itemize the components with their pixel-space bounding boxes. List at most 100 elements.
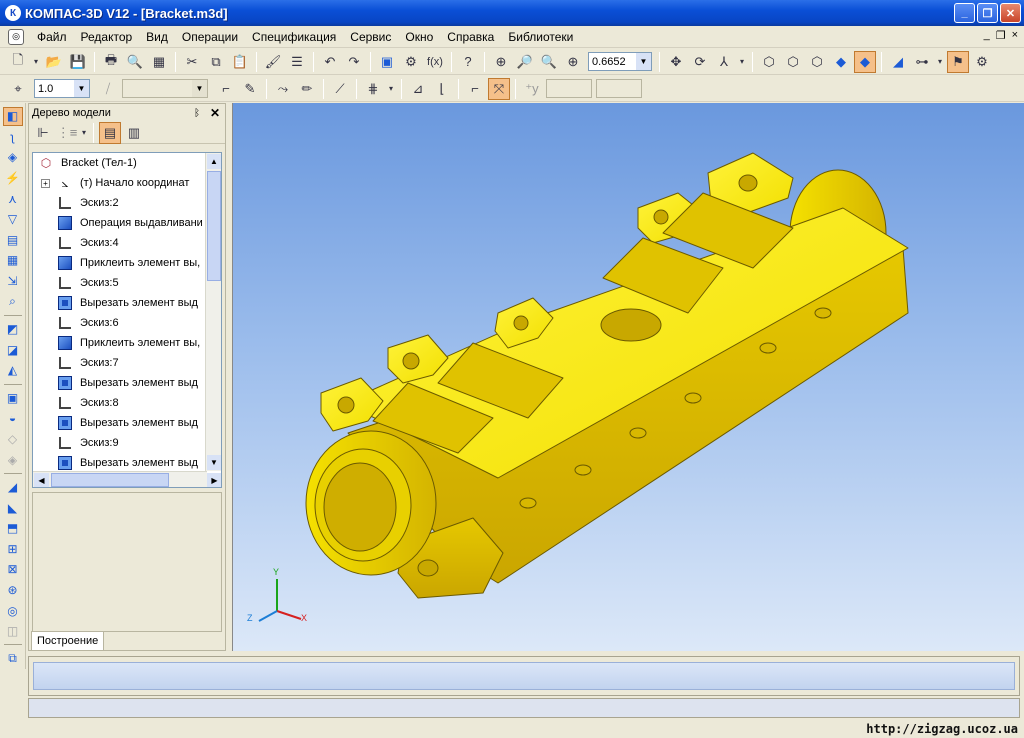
tree-item-sketch[interactable]: Эскиз:4 xyxy=(33,233,221,253)
cut-extrude-icon[interactable]: ▣ xyxy=(3,389,23,408)
surfaces-icon[interactable]: ◈ xyxy=(3,148,23,167)
arrays-icon[interactable]: ⚡ xyxy=(3,169,23,188)
coord-y-field[interactable] xyxy=(596,79,642,98)
print-preview-icon[interactable]: 🔍 xyxy=(124,51,146,73)
kompas-app-icon[interactable]: К xyxy=(5,5,21,21)
hole-icon[interactable]: ⊛ xyxy=(3,581,23,600)
kinematic-op-icon[interactable]: ◭ xyxy=(3,361,23,380)
tree-item-sketch[interactable]: Эскиз:2 xyxy=(33,193,221,213)
open-folder-icon[interactable]: 📂 xyxy=(43,51,65,73)
local-cs-icon[interactable]: ⊿ xyxy=(407,78,429,100)
hscroll-thumb[interactable] xyxy=(51,473,169,487)
menu-help[interactable]: Справка xyxy=(440,26,501,48)
tree-horizontal-scrollbar[interactable]: ◀ ▶ xyxy=(33,471,221,487)
section-icon[interactable]: ⊶ xyxy=(911,51,933,73)
filter-objects-icon[interactable]: ▽ xyxy=(3,210,23,229)
zoom-scale-icon[interactable]: ⊕ xyxy=(562,51,584,73)
scroll-right-icon[interactable]: ▶ xyxy=(207,473,221,487)
section-dropdown-icon[interactable]: ▾ xyxy=(935,51,945,73)
edit-sketch-icon[interactable]: ✎ xyxy=(239,78,261,100)
perspective-icon[interactable]: ◢ xyxy=(887,51,909,73)
tree-item-sketch[interactable]: Эскиз:5 xyxy=(33,273,221,293)
tree-item-root[interactable]: ⬡ Bracket (Тел-1) xyxy=(33,153,221,173)
tree-view-icon[interactable]: ⊩ xyxy=(32,122,54,144)
grid-dropdown-icon[interactable]: ▾ xyxy=(386,78,396,100)
coordinates-icon[interactable]: ⁺y xyxy=(521,78,543,100)
list-icon[interactable]: ☰ xyxy=(286,51,308,73)
pencil-icon[interactable]: ✏ xyxy=(296,78,318,100)
tab-construction[interactable]: Построение xyxy=(31,631,105,650)
tree-item-cut[interactable]: Вырезать элемент выд xyxy=(33,293,221,313)
hidden-thin-icon[interactable]: ⬡ xyxy=(806,51,828,73)
step-cursor-icon[interactable]: ⌖ xyxy=(7,78,29,100)
tree-item-sketch[interactable]: Эскиз:8 xyxy=(33,393,221,413)
undo-icon[interactable]: ↶ xyxy=(319,51,341,73)
step-dropdown-icon[interactable]: ▼ xyxy=(74,80,89,97)
pan-icon[interactable]: ✥ xyxy=(665,51,687,73)
tree-item-extrude[interactable]: Приклеить элемент вы, xyxy=(33,333,221,353)
zoom-all-icon[interactable]: 🔍 xyxy=(538,51,560,73)
scroll-left-icon[interactable]: ◀ xyxy=(34,473,49,487)
filter-icon[interactable]: ⚑ xyxy=(947,50,969,73)
tree-item-cut[interactable]: Вырезать элемент выд xyxy=(33,453,221,473)
paste-icon[interactable]: 📋 xyxy=(229,51,251,73)
save-icon[interactable]: 💾 xyxy=(67,51,89,73)
new-dropdown-icon[interactable]: ▾ xyxy=(31,51,41,73)
zoom-icon[interactable]: 🔎 xyxy=(514,51,536,73)
expand-icon[interactable]: + xyxy=(41,178,50,188)
tree-order-icon[interactable]: ⋮≡ xyxy=(56,122,78,144)
zoom-dropdown-icon[interactable]: ▼ xyxy=(636,53,651,70)
step-combo[interactable]: 1.0 ▼ xyxy=(34,79,90,98)
plane-icon[interactable]: ⟋ xyxy=(329,78,351,100)
mdi-minimize-button[interactable]: _ xyxy=(984,29,990,42)
zoom-combo[interactable]: 0.6652 ▼ xyxy=(588,52,652,71)
snap-active-icon[interactable]: ⤧ xyxy=(488,77,510,100)
pin-icon[interactable]: ᛒ xyxy=(194,108,200,119)
layer-dropdown-icon[interactable]: ▼ xyxy=(192,80,207,97)
close-button[interactable]: ✕ xyxy=(1000,3,1021,23)
extrude-op-icon[interactable]: ◩ xyxy=(3,320,23,339)
function-icon[interactable]: f(x) xyxy=(424,51,446,73)
cut-loft-icon[interactable]: ◈ xyxy=(3,450,23,469)
orientation-icon[interactable]: ⅄ xyxy=(713,51,735,73)
scroll-down-icon[interactable]: ▼ xyxy=(207,455,221,470)
tree-settings-icon[interactable]: ⚙ xyxy=(971,51,993,73)
cut-kinematic-icon[interactable]: ◇ xyxy=(3,430,23,449)
tree-item-origin[interactable]: + ⦣ (т) Начало координат xyxy=(33,173,221,193)
tree-item-extrude[interactable]: Приклеить элемент вы, xyxy=(33,253,221,273)
help-cursor-icon[interactable]: ? xyxy=(457,51,479,73)
minimize-button[interactable]: _ xyxy=(954,3,975,23)
zoom-window-icon[interactable]: ⊕ xyxy=(490,51,512,73)
tree-relations-icon[interactable]: ▥ xyxy=(123,122,145,144)
close-panel-icon[interactable]: ✕ xyxy=(210,106,220,120)
document-icon[interactable]: ◎ xyxy=(8,28,24,45)
new-document-icon[interactable]: 🗋 xyxy=(7,51,29,73)
tree-item-cut[interactable]: Вырезать элемент выд xyxy=(33,373,221,393)
properties-icon[interactable]: ▦ xyxy=(148,51,170,73)
3d-viewport[interactable]: Y X Z xyxy=(232,103,1024,651)
wireframe-icon[interactable]: ⬡ xyxy=(758,51,780,73)
tree-item-cut[interactable]: Вырезать элемент выд xyxy=(33,413,221,433)
sheet-metal-icon[interactable]: ⌕ xyxy=(3,292,23,311)
thread-icon[interactable]: ◎ xyxy=(3,601,23,620)
menu-file[interactable]: Файл xyxy=(30,26,74,48)
shaded-edges-icon[interactable]: ◆ xyxy=(854,50,876,73)
incline-icon[interactable]: ⊠ xyxy=(3,560,23,579)
layer-combo[interactable]: ▼ xyxy=(122,79,208,98)
tree-order-dropdown-icon[interactable]: ▾ xyxy=(80,122,88,144)
mdi-restore-button[interactable]: ❐ xyxy=(996,29,1006,42)
rotate-icon[interactable]: ⟳ xyxy=(689,51,711,73)
rib-icon[interactable]: ⊞ xyxy=(3,540,23,559)
mirror-icon[interactable]: ⧉ xyxy=(3,649,23,668)
cut-icon[interactable]: ✂ xyxy=(181,51,203,73)
scroll-up-icon[interactable]: ▲ xyxy=(207,154,221,169)
menu-libraries[interactable]: Библиотеки xyxy=(501,26,580,48)
copy-icon[interactable]: ⧉ xyxy=(205,51,227,73)
redo-icon[interactable]: ↷ xyxy=(343,51,365,73)
maximize-button[interactable]: ❐ xyxy=(977,3,998,23)
tree-vertical-scrollbar[interactable]: ▲ ▼ xyxy=(205,153,221,471)
menu-operations[interactable]: Операции xyxy=(175,26,245,48)
tree-item-sketch[interactable]: Эскиз:9 xyxy=(33,433,221,453)
manager-icon[interactable]: ▣ xyxy=(376,51,398,73)
spatial-curves-icon[interactable]: ʅ xyxy=(3,128,23,147)
